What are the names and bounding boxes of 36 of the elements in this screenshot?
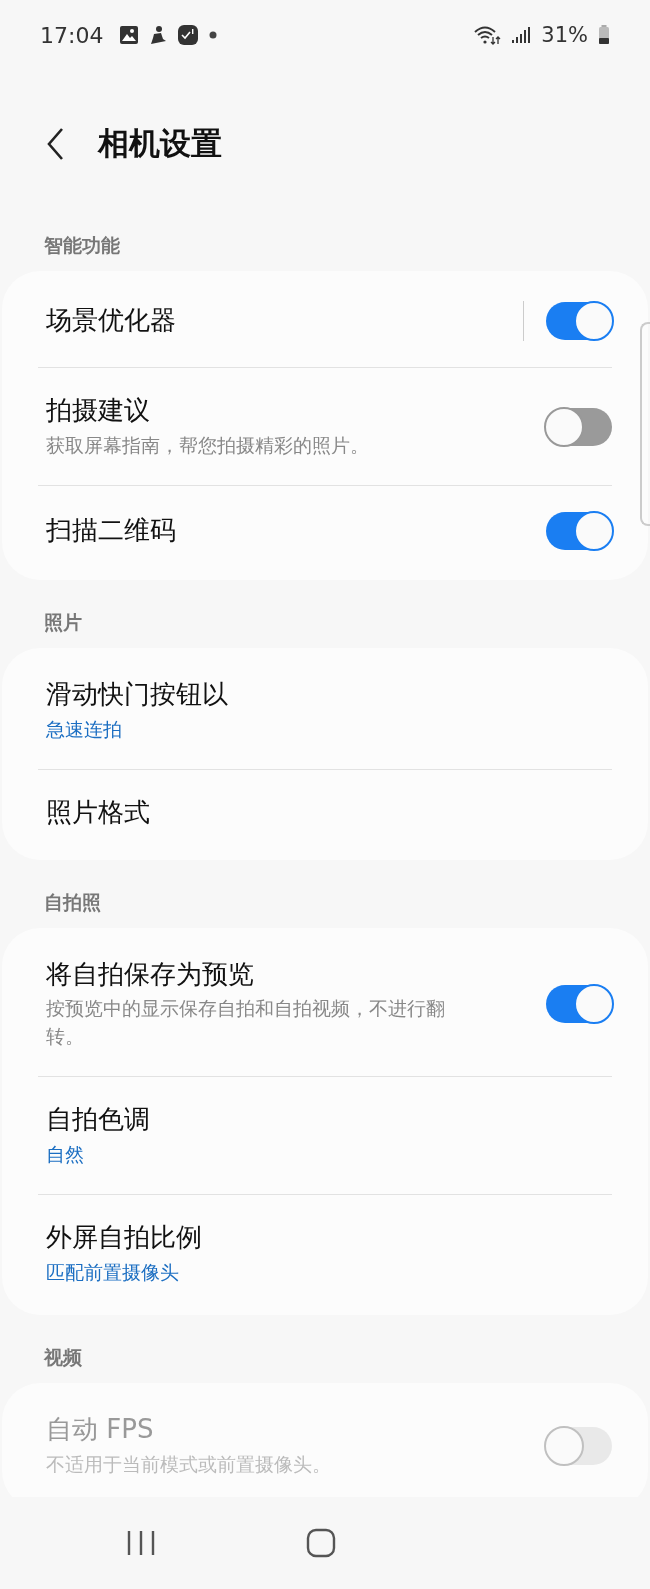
section-header: 自拍照 xyxy=(43,889,102,915)
section-header: 照片 xyxy=(43,610,83,636)
section-header: 视频 xyxy=(42,1345,83,1371)
home-icon xyxy=(306,1528,336,1558)
toggle-switch[interactable] xyxy=(546,407,612,446)
setting-title[interactable]: 自拍色调 xyxy=(46,1103,612,1138)
setting-title[interactable]: 将自拍保存为预览 xyxy=(46,957,546,992)
wifi-icon xyxy=(473,25,502,45)
home-button[interactable] xyxy=(306,1528,336,1558)
setting-description: 获取屏幕指南，帮您拍摄精彩的照片。 xyxy=(46,432,370,458)
recent-apps-button[interactable] xyxy=(126,1529,156,1557)
dot-icon xyxy=(209,31,218,39)
setting-description: 按预览中的显示保存自拍和自拍视频，不进行翻转。 xyxy=(46,996,446,1049)
setting-value: 急速连拍 xyxy=(46,717,123,743)
setting-title[interactable]: 场景优化器 xyxy=(46,304,523,338)
figure-icon xyxy=(149,25,168,45)
toggle-switch[interactable] xyxy=(546,302,612,340)
setting-title[interactable]: 拍摄建议 xyxy=(46,394,546,428)
setting-value: 匹配前置摄像头 xyxy=(46,1259,180,1285)
setting-title[interactable]: 照片格式 xyxy=(46,795,612,830)
setting-title[interactable]: 扫描二维码 xyxy=(46,514,546,549)
setting-description: 不适用于当前模式或前置摄像头。 xyxy=(46,1452,332,1477)
page-title: 相机设置 xyxy=(98,123,222,163)
toggle-switch[interactable] xyxy=(546,512,612,551)
check-app-icon xyxy=(177,24,200,46)
picture-icon xyxy=(119,25,140,45)
setting-title[interactable]: 外屏自拍比例 xyxy=(46,1220,612,1255)
section-header: 智能功能 xyxy=(43,233,121,258)
status-time: 17:04 xyxy=(40,22,104,48)
toggle-switch[interactable] xyxy=(546,984,612,1023)
setting-title[interactable]: 滑动快门按钮以 xyxy=(46,678,612,713)
recent-apps-icon xyxy=(126,1529,156,1557)
setting-value: 自然 xyxy=(46,1142,85,1168)
signal-icon xyxy=(511,26,532,44)
battery-percent: 31% xyxy=(541,23,588,47)
battery-icon xyxy=(598,25,610,45)
